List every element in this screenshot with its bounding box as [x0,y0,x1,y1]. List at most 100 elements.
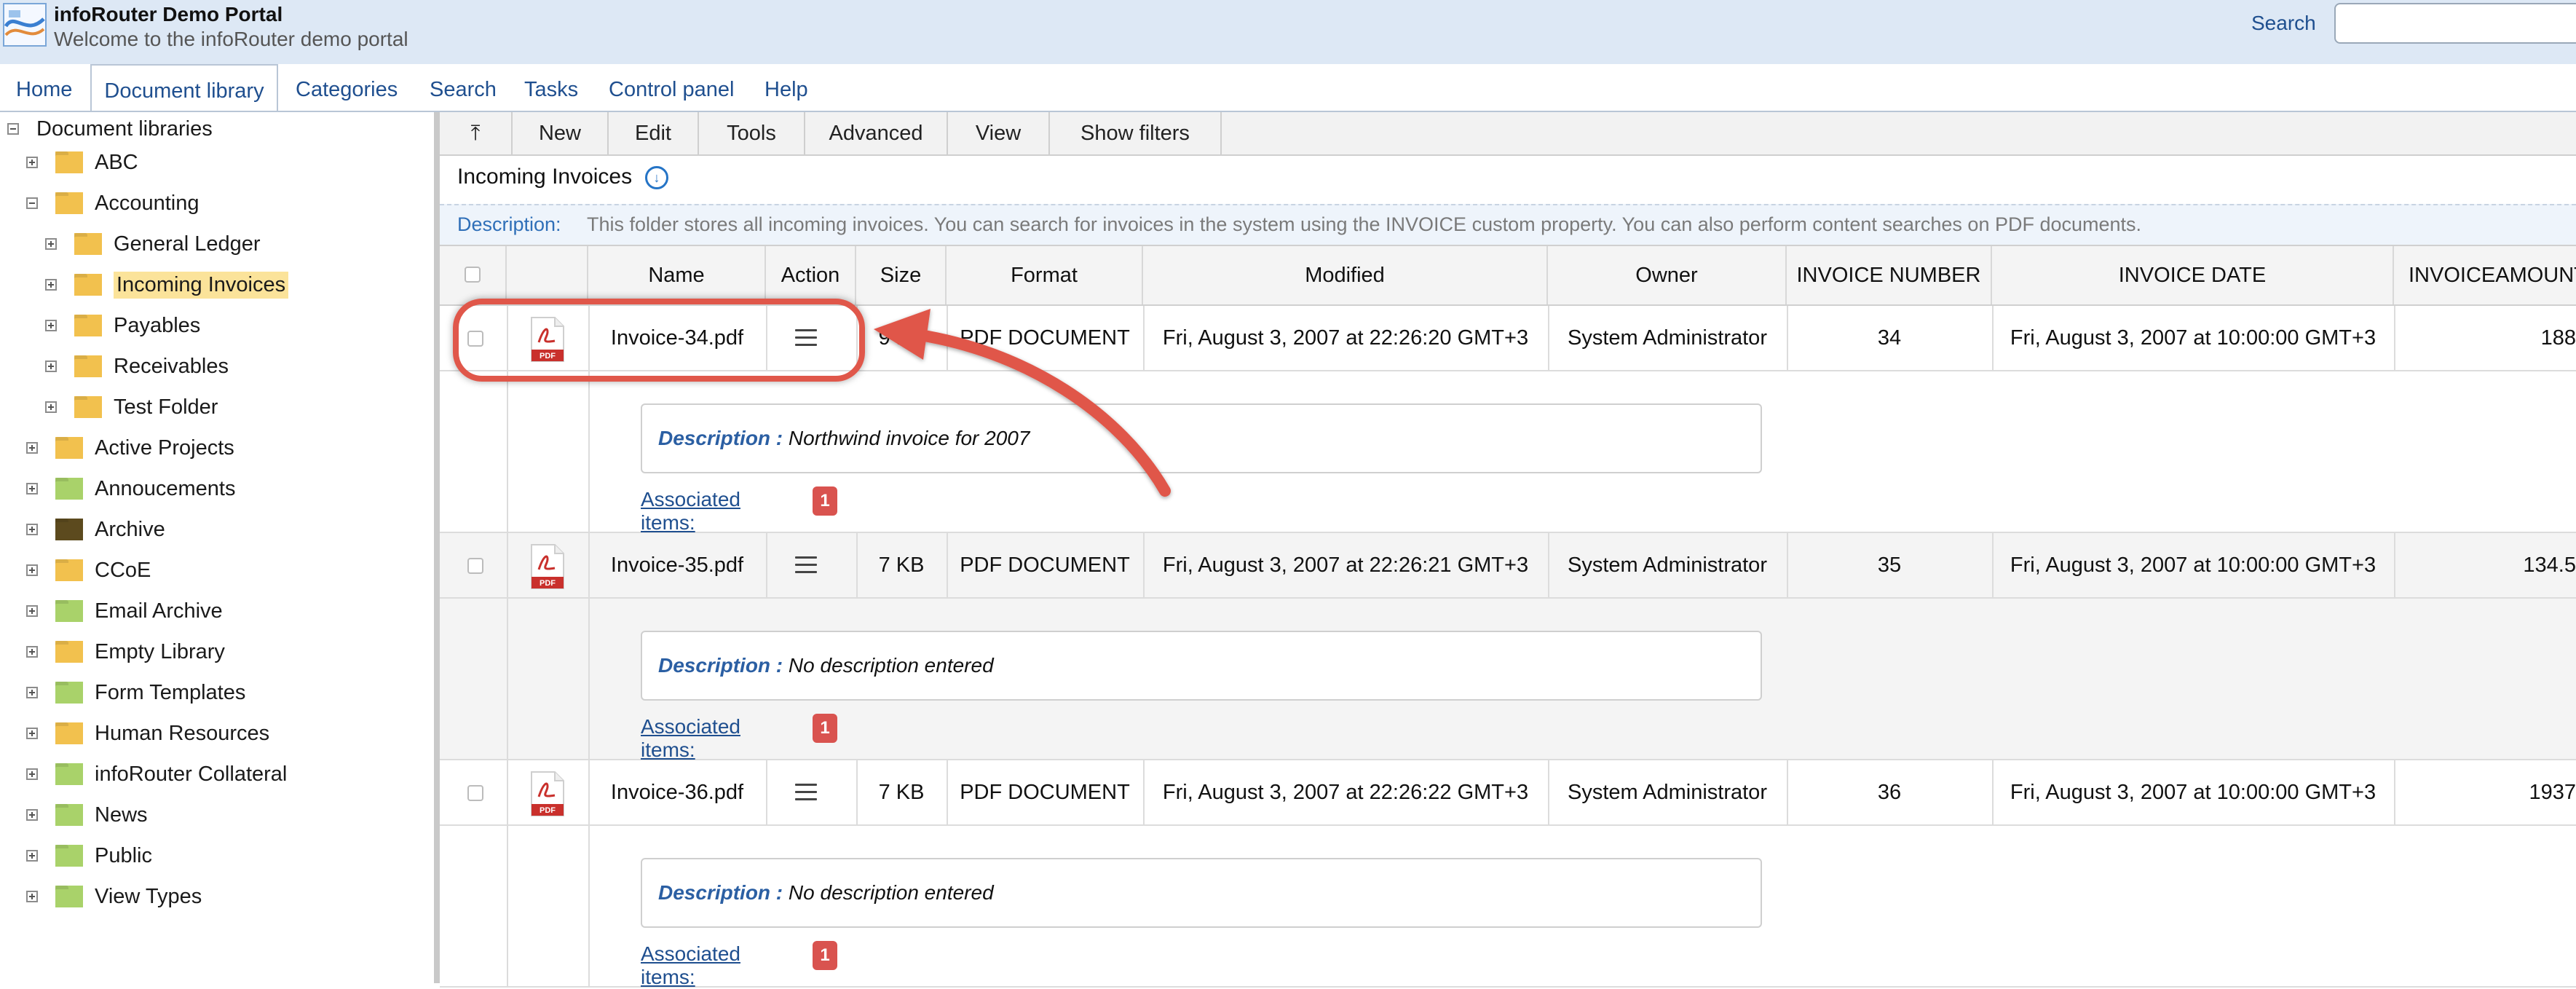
tree-item-incoming-invoices[interactable]: Incoming Invoices [45,268,289,302]
file-name-link[interactable]: Invoice-35.pdf [588,533,766,597]
folder-icon [55,804,83,826]
tree-item-label: Active Projects [95,436,234,460]
expand-icon[interactable] [26,483,38,494]
expand-icon[interactable] [45,360,57,372]
column-action[interactable]: Action [766,246,856,304]
column-name[interactable]: Name [588,246,766,304]
expand-icon[interactable] [26,605,38,617]
select-all-checkbox[interactable] [465,267,481,283]
row-select-checkbox[interactable] [467,558,483,574]
tree-item-annoucements[interactable]: Annoucements [26,472,235,505]
column-format[interactable]: Format [947,246,1143,304]
expand-icon[interactable] [45,401,57,413]
associated-count-badge[interactable]: 1 [813,714,837,743]
column-invoice-number[interactable]: INVOICE NUMBER [1787,246,1992,304]
file-format: PDF DOCUMENT [960,553,1130,577]
advanced-menu-button[interactable]: Advanced [805,112,948,154]
tree-item-label: View Types [95,884,202,908]
view-menu-button[interactable]: View [948,112,1050,154]
cell-divider [507,760,508,824]
associated-items-link[interactable]: Associated items: [641,488,740,535]
expand-icon[interactable] [26,728,38,739]
column-modified[interactable]: Modified [1143,246,1548,304]
tab-search[interactable]: Search [430,64,497,112]
pdf-file-icon[interactable]: PDF [529,543,566,590]
open-folder-icon [74,274,102,296]
expand-icon[interactable] [26,442,38,454]
tree-item-general-ledger[interactable]: General Ledger [45,227,261,261]
tools-menu-button[interactable]: Tools [699,112,805,154]
tree-item-payables[interactable]: Payables [45,309,200,342]
column-size[interactable]: Size [856,246,947,304]
folder-icon [74,315,102,336]
tree-item-test-folder[interactable]: Test Folder [45,390,218,424]
tree-item-human-resources[interactable]: Human Resources [26,717,269,750]
up-folder-button[interactable]: ⤒ [440,112,513,154]
folder-icon [55,437,83,459]
action-menu-icon[interactable] [795,784,817,801]
subscribe-info-icon[interactable]: ↓ [645,166,668,189]
tab-control-panel[interactable]: Control panel [609,64,735,112]
expand-icon[interactable] [26,850,38,862]
associated-items-link[interactable]: Associated items: [641,715,740,762]
folder-description-label: Description: [457,213,561,235]
tree-item-accounting[interactable]: Accounting [26,186,199,220]
expand-icon[interactable] [45,238,57,250]
row-select-checkbox[interactable] [467,785,483,801]
invoice-date: Fri, August 3, 2007 at 10:00:00 GMT+3 [2010,553,2377,577]
header-search-input[interactable] [2334,3,2576,44]
collapse-icon[interactable] [26,197,38,209]
expand-icon[interactable] [26,768,38,780]
tree-item-public[interactable]: Public [26,839,152,872]
tree-root-document-libraries[interactable]: Document libraries [7,112,213,146]
pdf-file-icon[interactable]: PDF [529,771,566,817]
expand-icon[interactable] [26,687,38,698]
expand-icon[interactable] [26,891,38,902]
tree-item-empty-library[interactable]: Empty Library [26,635,225,669]
tree-item-active-projects[interactable]: Active Projects [26,431,234,465]
tree-item-form-templates[interactable]: Form Templates [26,676,245,709]
new-menu-button[interactable]: New [513,112,609,154]
document-description-box: Description : No description entered [641,858,1762,928]
tree-item-view-types[interactable]: View Types [26,880,202,913]
tab-tasks[interactable]: Tasks [524,64,578,112]
action-menu-icon[interactable] [795,556,817,574]
column-owner[interactable]: Owner [1548,246,1787,304]
tree-item-ccoe[interactable]: CCoE [26,553,151,587]
collapse-icon[interactable] [7,123,19,135]
expand-icon[interactable] [26,157,38,168]
tab-document-library[interactable]: Document library [90,64,278,114]
associated-count-badge[interactable]: 1 [813,941,837,970]
tree-item-label: Accounting [95,191,199,215]
column-invoice-date[interactable]: INVOICE DATE [1992,246,2394,304]
associated-count-badge[interactable]: 1 [813,486,837,516]
tree-item-inforouter-collateral[interactable]: infoRouter Collateral [26,757,287,791]
tree-item-abc[interactable]: ABC [26,146,138,179]
header-search-link[interactable]: Search [2251,12,2316,35]
tab-categories[interactable]: Categories [296,64,398,112]
show-filters-button[interactable]: Show filters [1050,112,1222,154]
tab-help[interactable]: Help [764,64,808,112]
tree-root-label: Document libraries [36,117,213,141]
column-invoice-amount[interactable]: INVOICEAMOUNT [2394,246,2576,304]
tree-item-label: Archive [95,517,165,541]
open-folder-icon [55,192,83,214]
expand-icon[interactable] [26,646,38,658]
expand-icon[interactable] [45,279,57,291]
tab-home[interactable]: Home [16,64,72,112]
invoice-number: 36 [1877,781,1902,804]
tree-item-news[interactable]: News [26,798,148,832]
tree-item-label: Receivables [114,354,229,378]
tree-item-email-archive[interactable]: Email Archive [26,594,223,628]
tree-item-receivables[interactable]: Receivables [45,350,229,383]
expand-icon[interactable] [26,809,38,821]
edit-menu-button[interactable]: Edit [609,112,699,154]
expand-icon[interactable] [26,564,38,576]
expand-icon[interactable] [45,320,57,331]
folder-description-bar: Description: This folder stores all inco… [440,204,2576,245]
tree-item-archive[interactable]: Archive [26,513,165,546]
associated-items-link[interactable]: Associated items: [641,942,740,989]
file-name-link[interactable]: Invoice-36.pdf [588,760,766,824]
sidebar-resize-handle[interactable] [434,112,440,983]
expand-icon[interactable] [26,524,38,535]
